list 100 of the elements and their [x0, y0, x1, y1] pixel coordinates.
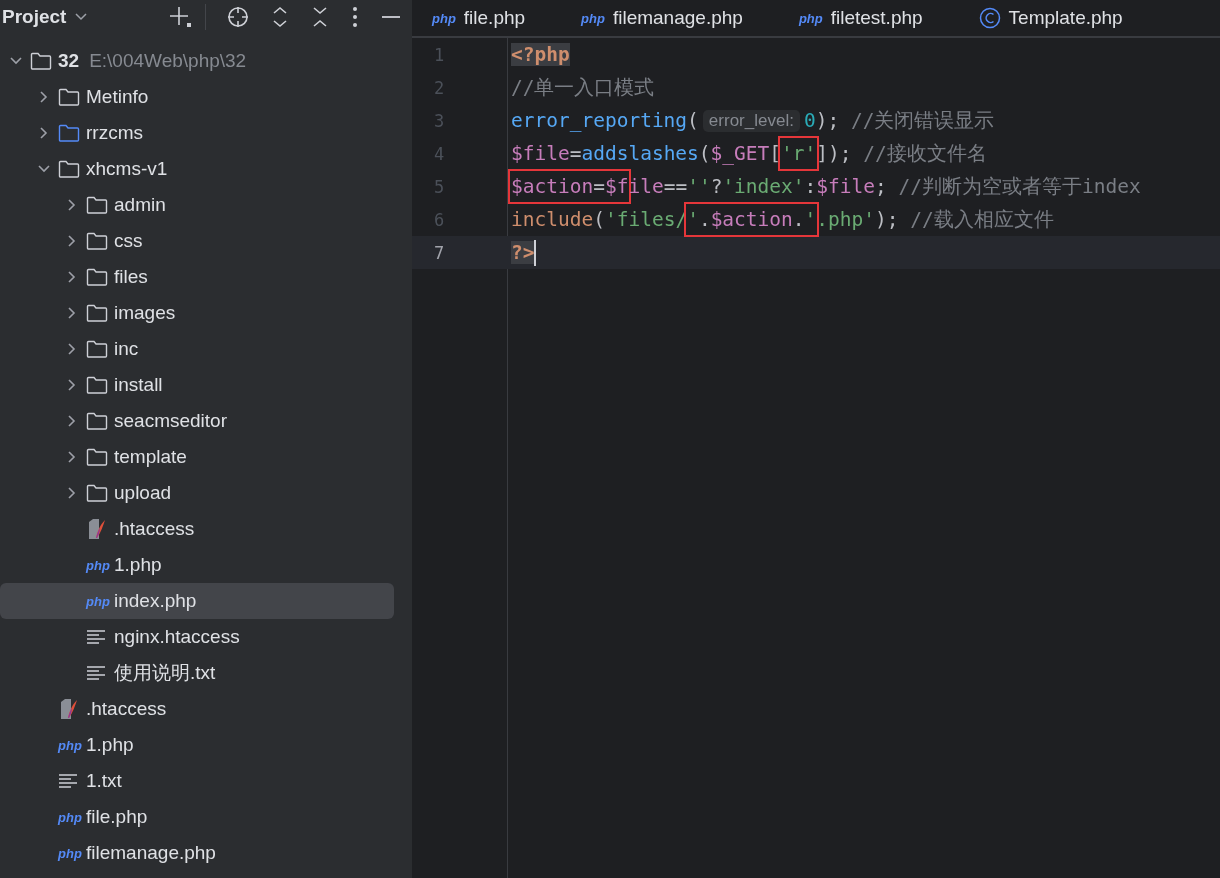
tab-label: filemanage.php	[612, 7, 743, 29]
code-token: =	[569, 142, 582, 165]
tree-item-label: rrzcms	[86, 122, 143, 144]
tree-row[interactable]: install	[0, 367, 394, 403]
folder-icon	[86, 196, 108, 214]
php-file-icon: php	[798, 10, 823, 26]
chevron-right-icon[interactable]	[67, 198, 77, 212]
tree-row[interactable]: template	[0, 439, 394, 475]
more-icon[interactable]	[350, 5, 360, 29]
folder-icon	[86, 232, 108, 250]
chevron-down-icon[interactable]	[74, 12, 89, 22]
code-token: );	[875, 208, 900, 231]
chevron-right-icon[interactable]	[67, 306, 77, 320]
tree-item-label: upload	[114, 482, 172, 504]
tree-row[interactable]: 32 E:\004Web\php\32	[0, 43, 394, 79]
tree-row[interactable]: php filemanage.php	[0, 835, 394, 871]
tree-row[interactable]: php 1.php	[0, 547, 394, 583]
editor-tab[interactable]: php filemanage.php	[581, 0, 799, 36]
crosshair-icon[interactable]	[226, 5, 250, 29]
tree-item-label: nginx.htaccess	[114, 626, 240, 648]
chevron-right-icon[interactable]	[67, 270, 77, 284]
chevron-right-icon[interactable]	[67, 414, 77, 428]
folder-icon	[86, 484, 108, 502]
folder-icon	[58, 124, 80, 142]
editor-tab[interactable]: php file.php	[432, 0, 582, 36]
code-token: addslashes	[581, 142, 699, 165]
code-token: ==	[663, 175, 688, 198]
line-number: 7	[433, 242, 446, 263]
php-file-icon: php	[432, 10, 456, 26]
code-token: error_reporting	[511, 109, 688, 132]
php-file-icon: php	[58, 737, 82, 753]
editor-tab[interactable]: php filetest.php	[798, 0, 979, 36]
text-caret	[534, 239, 537, 266]
folder-icon	[86, 340, 108, 358]
tree-item-label: filemanage.php	[86, 842, 216, 864]
chevron-right-icon[interactable]	[39, 126, 49, 140]
tree-item-label: inc	[114, 338, 139, 360]
tree-item-label: admin	[114, 194, 166, 216]
tree-item-label: file.php	[86, 806, 148, 828]
code-token: ;	[875, 175, 888, 198]
chevron-right-icon[interactable]	[67, 342, 77, 356]
code-token: :	[804, 175, 817, 198]
code-token: ?	[710, 175, 723, 198]
php-file-icon: php	[581, 10, 605, 26]
tree-item-label: .htaccess	[114, 518, 195, 540]
tree-row[interactable]: rrzcms	[0, 115, 394, 151]
tree-row[interactable]: inc	[0, 331, 394, 367]
selected-tree-row[interactable]: php index.php	[0, 583, 394, 619]
tree-row[interactable]: Metinfo	[0, 79, 394, 115]
tree-row[interactable]: php file.php	[0, 799, 394, 835]
tree-row[interactable]: css	[0, 223, 394, 259]
chevron-down-icon[interactable]	[9, 56, 23, 66]
tree-item-label: 1.txt	[86, 770, 122, 792]
tree-item-label: Metinfo	[86, 86, 149, 108]
folder-path: E:\004Web\php\32	[89, 50, 247, 72]
tree-row[interactable]: 使用说明.txt	[0, 655, 394, 691]
tree-row[interactable]: images	[0, 295, 394, 331]
tree-row[interactable]: 1.txt	[0, 763, 394, 799]
code-token: //单一入口模式	[511, 75, 655, 101]
editor-tab[interactable]: Template.php	[978, 0, 1179, 36]
tree-row[interactable]: admin	[0, 187, 394, 223]
chevron-right-icon[interactable]	[67, 486, 77, 500]
tab-label: Template.php	[1008, 7, 1123, 29]
tree-item-label: 1.php	[86, 734, 134, 756]
chevron-right-icon[interactable]	[67, 234, 77, 248]
tree-item-label: 使用说明.txt	[114, 661, 216, 685]
add-icon[interactable]	[167, 4, 193, 30]
folder-icon	[86, 412, 108, 430]
tree-row[interactable]: seacmseditor	[0, 403, 394, 439]
chevron-right-icon[interactable]	[67, 450, 77, 464]
tree-item-label: .htaccess	[86, 698, 167, 720]
chevron-right-icon[interactable]	[39, 90, 49, 104]
chevron-right-icon[interactable]	[67, 378, 77, 392]
tree-row[interactable]: nginx.htaccess	[0, 619, 394, 655]
php-file-icon: php	[86, 593, 110, 609]
code-token: 0	[803, 109, 816, 132]
tree-item-label: 1.php	[114, 554, 162, 576]
chevron-down-icon[interactable]	[37, 164, 51, 174]
tree-row[interactable]: .htaccess	[0, 511, 394, 547]
text-file-icon	[86, 665, 106, 681]
tab-label: file.php	[463, 7, 526, 29]
tree-row[interactable]: files	[0, 259, 394, 295]
tree-row[interactable]: upload	[0, 475, 394, 511]
code-token: $file	[816, 175, 875, 198]
text-file-icon	[58, 773, 78, 789]
panel-title[interactable]: Project	[2, 6, 67, 28]
php-file-icon: php	[58, 809, 82, 825]
tree-row[interactable]: php 1.php	[0, 727, 394, 763]
tree-row[interactable]: .htaccess	[0, 691, 394, 727]
folder-icon	[86, 304, 108, 322]
folder-icon	[86, 448, 108, 466]
highlight-outline: '.$action.'	[684, 202, 820, 237]
code-token: <?php	[511, 43, 570, 66]
tab-label: filetest.php	[830, 7, 923, 29]
tree-item-label: files	[114, 266, 148, 288]
tree-item-label: images	[114, 302, 176, 324]
code-token: $_GET	[710, 142, 770, 165]
code-token: ?>	[511, 241, 535, 264]
tree-row[interactable]: xhcms-v1	[0, 151, 394, 187]
parameter-hint: error_level:	[702, 109, 800, 132]
